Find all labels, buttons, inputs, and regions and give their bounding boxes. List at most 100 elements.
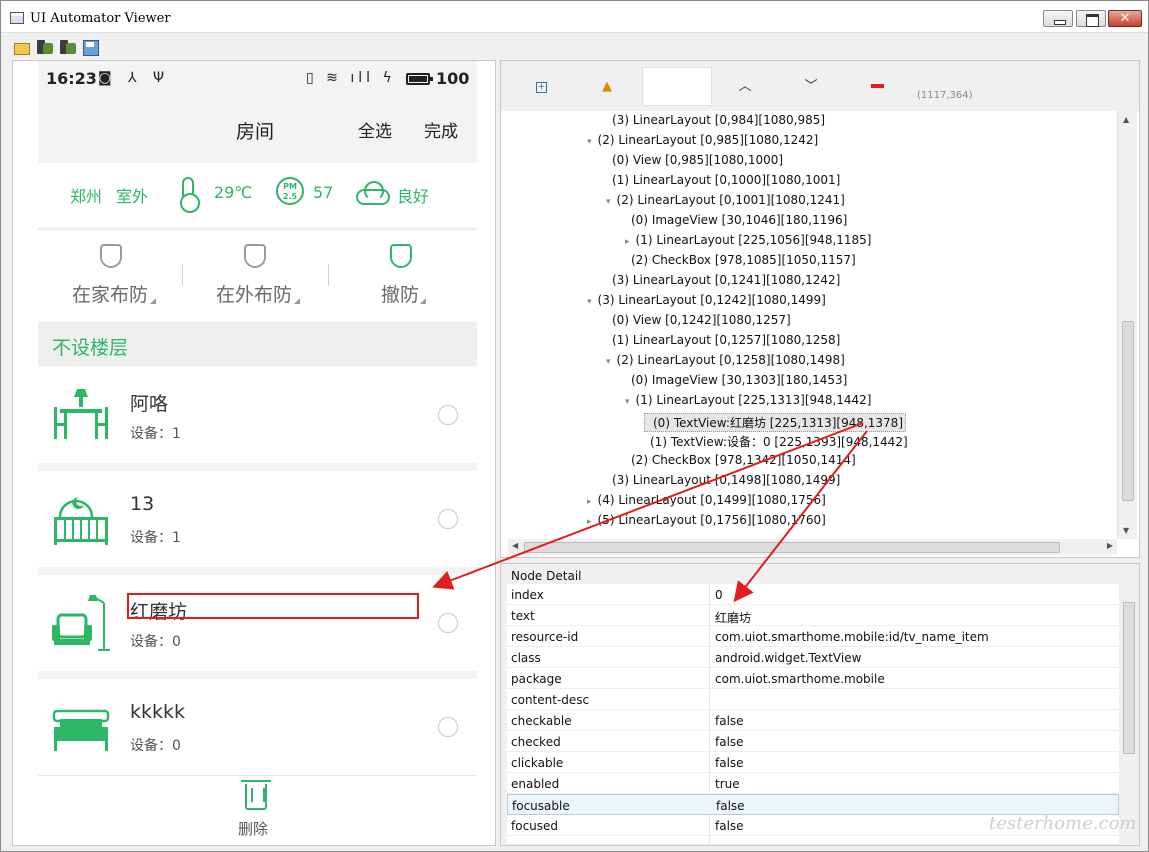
tree-node-label: (2) LinearLayout [0,1258][1080,1498]	[616, 353, 845, 367]
divider	[182, 264, 183, 286]
weather-city: 郑州	[70, 187, 103, 206]
done-button[interactable]: 完成	[424, 117, 458, 142]
tree-twisty-icon[interactable]: ▸	[587, 517, 592, 527]
detail-row[interactable]: content-desc	[507, 689, 1119, 710]
tree-node[interactable]: ▸ (1) LinearLayout [225,1056][948,1185]	[625, 233, 872, 247]
room-item[interactable]: kkkkk 设备：0	[38, 679, 477, 775]
mode-home-arm[interactable]: 在家布防	[40, 244, 180, 314]
mode-away-arm[interactable]: 在外布防	[184, 244, 324, 314]
mode-disarm[interactable]: 撤防	[330, 244, 470, 314]
tree-node-label: (2) LinearLayout [0,1001][1080,1241]	[616, 193, 845, 207]
armchair-lamp-icon	[52, 595, 110, 651]
detail-row[interactable]: enabled true	[507, 773, 1119, 794]
scroll-thumb[interactable]	[1122, 321, 1134, 501]
trash-icon[interactable]	[241, 780, 271, 810]
room-checkbox[interactable]	[438, 509, 458, 529]
detail-row[interactable]: index 0	[507, 584, 1119, 605]
room-item[interactable]: 13 设备：1	[38, 471, 477, 567]
tree-node[interactable]: ▾ (1) LinearLayout [225,1313][948,1442]	[625, 393, 872, 407]
shield-home-icon	[100, 244, 122, 268]
tree-node[interactable]: (2) CheckBox [978,1085][1050,1157]	[625, 253, 856, 267]
detail-row[interactable]: package com.uiot.smarthome.mobile	[507, 668, 1119, 689]
room-checkbox[interactable]	[438, 717, 458, 737]
detail-value: false	[715, 819, 744, 833]
hierarchy-tree[interactable]: (3) LinearLayout [0,984][1080,985] ▾ (2) L…	[508, 111, 1116, 539]
room-checkbox[interactable]	[438, 613, 458, 633]
tree-node[interactable]: (1) LinearLayout [0,1000][1080,1001]	[606, 173, 840, 187]
tree-node-label: (3) LinearLayout [0,984][1080,985]	[612, 113, 826, 127]
detail-row[interactable]: class android.widget.TextView	[507, 647, 1119, 668]
tree-node[interactable]: ▾ (2) LinearLayout [0,1001][1080,1241]	[606, 193, 845, 207]
minimize-button[interactable]	[1043, 10, 1073, 27]
window-title: UI Automator Viewer	[30, 11, 171, 26]
detail-row[interactable]: clickable false	[507, 752, 1119, 773]
tree-node-selected[interactable]: (0) TextView:红磨坊 [225,1313][948,1378]	[644, 413, 907, 432]
tree-twisty-icon[interactable]: ▾	[606, 357, 611, 367]
toolbar	[1, 34, 1148, 58]
tree-node[interactable]: ▾ (2) LinearLayout [0,985][1080,1242]	[587, 133, 818, 147]
tree-node[interactable]: ▸ (4) LinearLayout [0,1499][1080,1756]	[587, 493, 826, 507]
detail-key: focused	[511, 819, 559, 833]
tree-node[interactable]: (3) LinearLayout [0,1241][1080,1242]	[606, 273, 840, 287]
expand-all-icon[interactable]: +	[536, 82, 547, 93]
tree-node[interactable]: (3) LinearLayout [0,1498][1080,1499]	[606, 473, 840, 487]
folder-open-icon[interactable]	[14, 40, 30, 55]
device-screenshot-icon[interactable]	[37, 40, 53, 54]
room-item-selected[interactable]: 红磨坊 设备：0	[38, 575, 477, 671]
detail-key: text	[511, 609, 535, 623]
detail-row[interactable]: checkable false	[507, 710, 1119, 731]
tree-node[interactable]: (3) LinearLayout [0,984][1080,985]	[606, 113, 825, 127]
select-all-button[interactable]: 全选	[358, 117, 392, 142]
tree-node[interactable]: (0) View [0,985][1080,1000]	[606, 153, 783, 167]
security-modes: 在家布防 在外布防 撤防	[38, 229, 477, 321]
device-screen[interactable]: 16:23 ◙ ⅄ Ψ ▯ ≋ ıll ϟ 100 房间 全选 完成 郑州 室外…	[38, 61, 477, 845]
save-icon[interactable]	[83, 40, 99, 56]
detail-key: focusable	[512, 799, 570, 813]
search-input[interactable]	[642, 67, 712, 106]
tree-twisty-icon[interactable]: ▸	[625, 237, 630, 247]
scroll-thumb[interactable]	[1123, 602, 1135, 754]
tree-node[interactable]: ▾ (3) LinearLayout [0,1242][1080,1499]	[587, 293, 826, 307]
tree-node-label: (3) LinearLayout [0,1241][1080,1242]	[612, 273, 841, 287]
tree-node[interactable]: ▸ (5) LinearLayout [0,1756][1080,1760]	[587, 513, 826, 527]
delete-button[interactable]: 删除	[238, 818, 268, 839]
tree-node[interactable]: (0) ImageView [30,1303][180,1453]	[625, 373, 847, 387]
tree-twisty-icon[interactable]: ▸	[587, 497, 592, 507]
signal-icons: ▯ ≋ ıll ϟ	[306, 70, 396, 86]
tree-node[interactable]: ▾ (2) LinearLayout [0,1258][1080,1498]	[606, 353, 845, 367]
room-item[interactable]: 阿咯 设备：1	[38, 367, 477, 463]
detail-row[interactable]: focusable false	[507, 794, 1119, 815]
node-detail-table[interactable]: index 0 text 红磨坊 resource-id com.uiot.smartho…	[507, 584, 1119, 844]
chevron-down-icon[interactable]: ﹀	[803, 79, 819, 95]
tree-node[interactable]: (1) TextView:设备：0 [225,1393][948,1442]	[644, 433, 908, 450]
clear-search-icon[interactable]	[871, 84, 884, 88]
screenshot-pane[interactable]: 16:23 ◙ ⅄ Ψ ▯ ≋ ıll ϟ 100 房间 全选 完成 郑州 室外…	[12, 60, 496, 846]
tree-node[interactable]: (2) CheckBox [978,1342][1050,1414]	[625, 453, 856, 467]
tree-twisty-icon[interactable]: ▾	[587, 297, 592, 307]
warning-icon[interactable]: ▲	[599, 79, 615, 95]
tree-node[interactable]: (0) View [0,1242][1080,1257]	[606, 313, 791, 327]
room-checkbox[interactable]	[438, 405, 458, 425]
detail-row[interactable]: resource-id com.uiot.smarthome.mobile:id/…	[507, 626, 1119, 647]
tree-twisty-icon[interactable]: ▾	[625, 397, 630, 407]
tree-twisty-icon[interactable]: ▾	[606, 197, 611, 207]
scroll-down-icon[interactable]: ▼	[1123, 526, 1129, 535]
detail-row[interactable]: checked false	[507, 731, 1119, 752]
tree-twisty-icon[interactable]: ▾	[587, 137, 592, 147]
maximize-button[interactable]	[1076, 10, 1106, 27]
detail-row[interactable]: text 红磨坊	[507, 605, 1119, 626]
weather-pm25: 57	[313, 183, 334, 202]
scroll-right-icon[interactable]: ▶	[1107, 541, 1113, 550]
tree-horizontal-scrollbar[interactable]: ◀ ▶	[508, 539, 1117, 555]
tree-node[interactable]: (1) LinearLayout [0,1257][1080,1258]	[606, 333, 840, 347]
tree-node[interactable]: (0) ImageView [30,1046][180,1196]	[625, 213, 847, 227]
scroll-left-icon[interactable]: ◀	[512, 541, 518, 550]
tree-vertical-scrollbar[interactable]: ▲ ▼	[1117, 111, 1137, 539]
scroll-up-icon[interactable]: ▲	[1123, 115, 1129, 124]
close-button[interactable]: ✕	[1108, 10, 1142, 27]
dropdown-corner-icon	[150, 298, 156, 304]
scroll-thumb[interactable]	[524, 542, 1060, 553]
detail-vertical-scrollbar[interactable]	[1120, 584, 1138, 844]
chevron-up-icon[interactable]: ︿	[737, 79, 753, 95]
device-screenshot-compressed-icon[interactable]	[60, 40, 76, 54]
